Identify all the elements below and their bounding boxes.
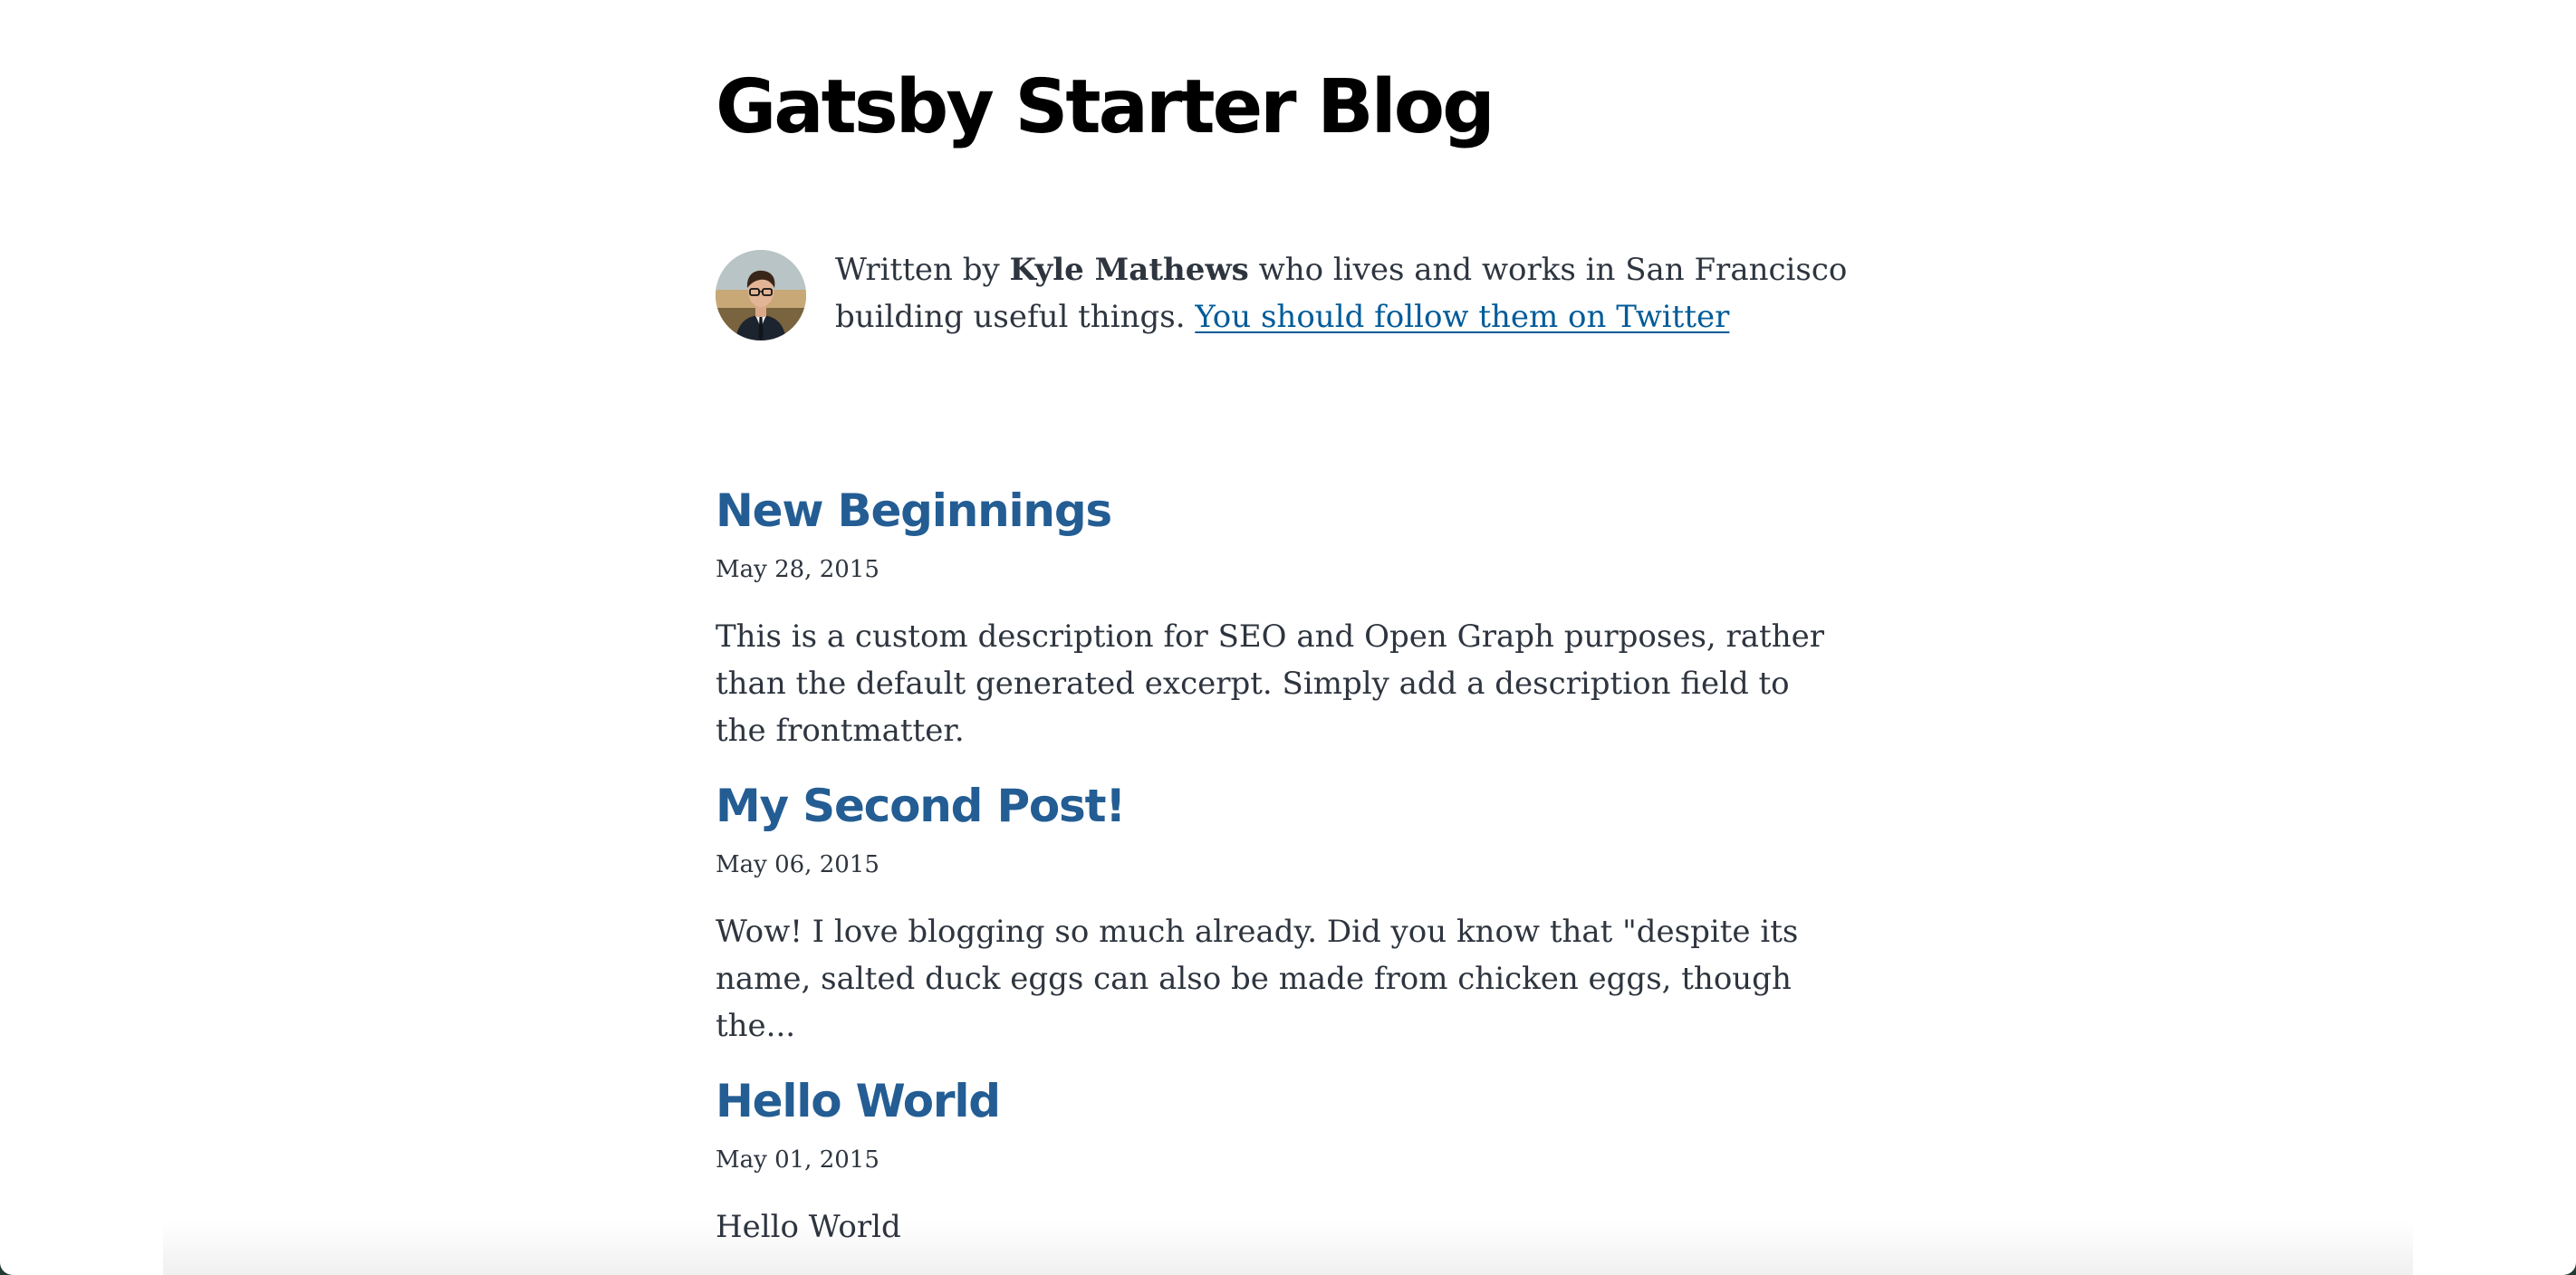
bio: Written by Kyle Mathews who lives and wo… bbox=[716, 246, 1875, 340]
post-item: New Beginnings May 28, 2015 This is a cu… bbox=[716, 484, 1875, 754]
avatar bbox=[716, 250, 806, 340]
post-description: Wow! I love blogging so much already. Di… bbox=[716, 914, 1799, 1045]
twitter-link[interactable]: You should follow them on Twitter bbox=[1195, 299, 1729, 335]
post-item: My Second Post! May 06, 2015 Wow! I love… bbox=[716, 779, 1875, 1050]
profile-picture-icon bbox=[716, 250, 806, 340]
post-date: May 28, 2015 bbox=[716, 556, 879, 583]
bio-prefix: Written by bbox=[835, 252, 1010, 288]
post-title-link[interactable]: New Beginnings bbox=[716, 484, 1875, 538]
post-title-link[interactable]: My Second Post! bbox=[716, 779, 1875, 833]
page: Gatsby Starter Blog Written by Kyle Math… bbox=[0, 0, 2576, 1275]
post-description: This is a custom description for SEO and… bbox=[716, 618, 1824, 750]
author-name: Kyle Mathews bbox=[1009, 252, 1249, 288]
bio-text: Written by Kyle Mathews who lives and wo… bbox=[835, 246, 1875, 340]
post-description: Hello World bbox=[716, 1209, 901, 1246]
site-title[interactable]: Gatsby Starter Blog bbox=[716, 63, 1495, 152]
post-date: May 01, 2015 bbox=[716, 1146, 879, 1174]
post-title-link[interactable]: Hello World bbox=[716, 1074, 1875, 1128]
post-date: May 06, 2015 bbox=[716, 851, 879, 878]
post-item: Hello World May 01, 2015 Hello World bbox=[716, 1074, 1875, 1251]
